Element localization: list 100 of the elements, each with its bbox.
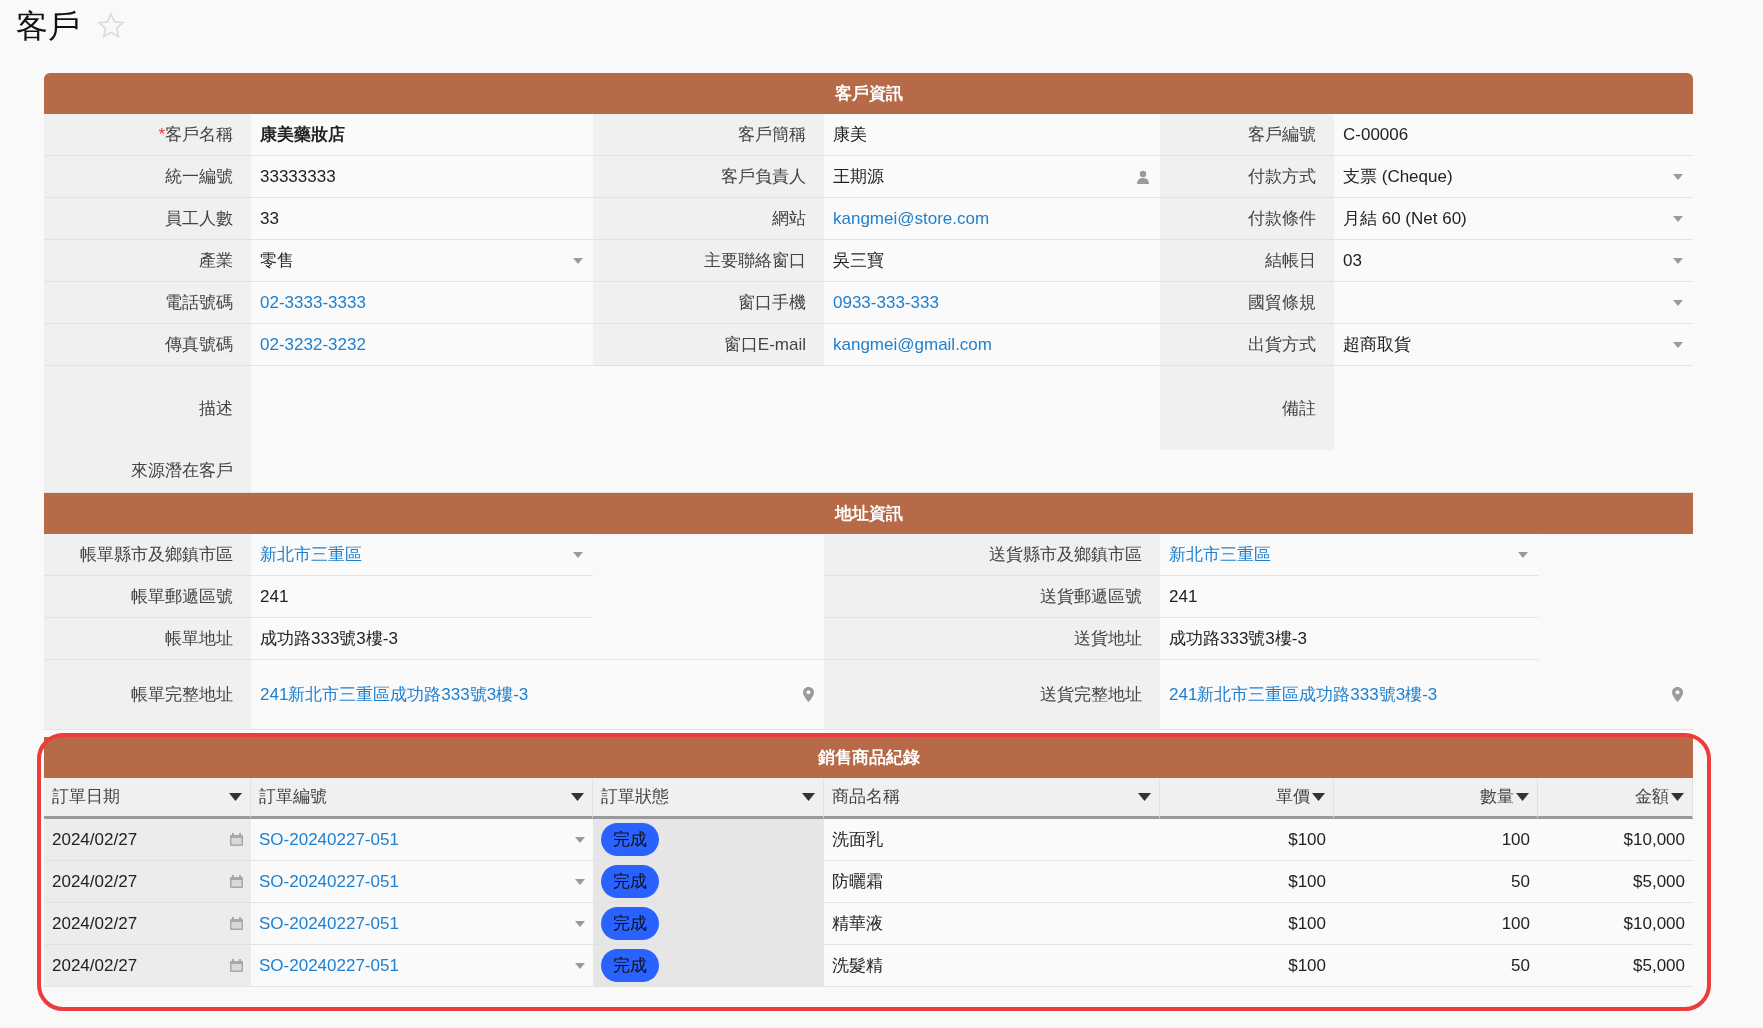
date-text: 2024/02/27 — [52, 828, 138, 851]
order-link[interactable]: SO-20240227-051 — [259, 910, 399, 937]
status-badge: 完成 — [601, 864, 659, 899]
field-label: 付款條件 — [1248, 207, 1316, 230]
field-value: 零售 — [260, 249, 294, 272]
page-title: 客戶 — [16, 9, 80, 42]
field-label: 主要聯絡窗口 — [704, 249, 806, 272]
field-label: 送貨郵遞區號 — [1040, 585, 1142, 608]
field-label: 帳單郵遞區號 — [131, 585, 233, 608]
caret-icon — [575, 962, 585, 969]
field-label: 窗口E-mail — [723, 333, 806, 356]
field-link[interactable]: 新北市三重區 — [1169, 541, 1271, 568]
field-value: C-00006 — [1343, 123, 1409, 146]
field-value: 成功路333號3樓-3 — [1169, 627, 1307, 650]
field-label: 送貨地址 — [1074, 627, 1142, 650]
order-link[interactable]: SO-20240227-051 — [259, 868, 399, 895]
sort-caret-icon — [229, 793, 242, 801]
column-header[interactable]: 訂單編號 — [251, 778, 593, 819]
field-label: 客戶簡稱 — [738, 123, 806, 146]
field-label: 國貿條規 — [1248, 291, 1316, 314]
field-value: 月結 60 (Net 60) — [1343, 207, 1467, 230]
field-label: 網站 — [772, 207, 806, 230]
caret-icon — [573, 551, 583, 558]
star-icon[interactable] — [96, 10, 126, 41]
field-value: 03 — [1343, 249, 1362, 272]
calendar-icon — [230, 833, 243, 846]
calendar-icon — [230, 875, 243, 888]
field-label: 結帳日 — [1265, 249, 1316, 272]
field-value: 241 — [260, 585, 289, 608]
date-cell[interactable]: 2024/02/27 — [44, 819, 251, 861]
field-label: 客戶編號 — [1248, 123, 1316, 146]
date-text: 2024/02/27 — [52, 870, 138, 893]
caret-icon — [1673, 257, 1683, 264]
map-pin-icon — [803, 687, 814, 702]
status-badge: 完成 — [601, 948, 659, 983]
field-label: *客戶名稱 — [158, 123, 233, 146]
calendar-icon — [230, 917, 243, 930]
field-value: 33 — [260, 207, 279, 230]
field-label: 付款方式 — [1248, 165, 1316, 188]
column-header[interactable]: 金額 — [1538, 778, 1693, 819]
date-cell[interactable]: 2024/02/27 — [44, 861, 251, 903]
field-label: 來源潛在客戶 — [131, 460, 233, 483]
column-header[interactable]: 單價 — [1160, 778, 1334, 819]
calendar-icon — [230, 959, 243, 972]
sort-caret-icon — [571, 793, 584, 801]
field-value: 超商取貨 — [1343, 333, 1411, 356]
field-value: 33333333 — [260, 165, 336, 188]
field-value: 康美藥妝店 — [260, 123, 345, 146]
field-link[interactable]: kangmei@gmail.com — [833, 331, 992, 358]
column-header[interactable]: 數量 — [1334, 778, 1538, 819]
map-pin-icon — [1672, 687, 1683, 702]
field-link[interactable]: 新北市三重區 — [260, 541, 362, 568]
field-value: 康美 — [833, 123, 867, 146]
section-title: 地址資訊 — [834, 502, 903, 525]
field-link[interactable]: kangmei@store.com — [833, 205, 990, 232]
field-link[interactable]: 02-3333-3333 — [260, 289, 366, 316]
column-header[interactable]: 商品名稱 — [824, 778, 1160, 819]
date-cell[interactable]: 2024/02/27 — [44, 903, 251, 945]
field-label: 帳單地址 — [165, 627, 233, 650]
caret-icon — [575, 878, 585, 885]
order-link[interactable]: SO-20240227-051 — [259, 952, 399, 979]
column-header[interactable]: 訂單日期 — [44, 778, 251, 819]
caret-icon — [1673, 173, 1683, 180]
sort-caret-icon — [1516, 793, 1529, 801]
field-label: 備註 — [1282, 397, 1316, 420]
sort-caret-icon — [1138, 793, 1151, 801]
column-header[interactable]: 訂單狀態 — [593, 778, 824, 819]
field-label: 傳真號碼 — [165, 333, 233, 356]
date-text: 2024/02/27 — [52, 954, 138, 977]
field-label: 統一編號 — [165, 165, 233, 188]
field-link[interactable]: 241新北市三重區成功路333號3樓-3 — [1169, 681, 1438, 708]
field-label: 描述 — [199, 397, 233, 420]
sort-caret-icon — [802, 793, 815, 801]
field-label: 送貨完整地址 — [1040, 683, 1142, 706]
field-value: 吳三寶 — [833, 249, 884, 272]
section-title: 客戶資訊 — [834, 82, 903, 105]
date-text: 2024/02/27 — [52, 912, 138, 935]
status-badge: 完成 — [601, 822, 659, 857]
caret-icon — [573, 257, 583, 264]
sort-caret-icon — [1312, 793, 1325, 801]
caret-icon — [1673, 215, 1683, 222]
caret-icon — [1673, 341, 1683, 348]
field-label: 員工人數 — [165, 207, 233, 230]
caret-icon — [575, 920, 585, 927]
caret-icon — [1673, 299, 1683, 306]
field-label: 出貨方式 — [1248, 333, 1316, 356]
field-value: 王期源 — [833, 165, 884, 188]
field-link[interactable]: 241新北市三重區成功路333號3樓-3 — [260, 681, 529, 708]
sort-caret-icon — [1671, 793, 1684, 801]
person-icon — [1136, 169, 1150, 184]
date-cell[interactable]: 2024/02/27 — [44, 945, 251, 987]
field-label: 產業 — [199, 249, 233, 272]
section-title: 銷售商品紀錄 — [817, 746, 920, 769]
field-label: 帳單縣市及鄉鎮市區 — [80, 543, 233, 566]
field-value: 支票 (Cheque) — [1343, 165, 1453, 188]
field-link[interactable]: 0933-333-333 — [833, 289, 939, 316]
field-label: 客戶負責人 — [721, 165, 806, 188]
order-link[interactable]: SO-20240227-051 — [259, 826, 399, 853]
field-label: 窗口手機 — [738, 291, 806, 314]
field-link[interactable]: 02-3232-3232 — [260, 331, 366, 358]
